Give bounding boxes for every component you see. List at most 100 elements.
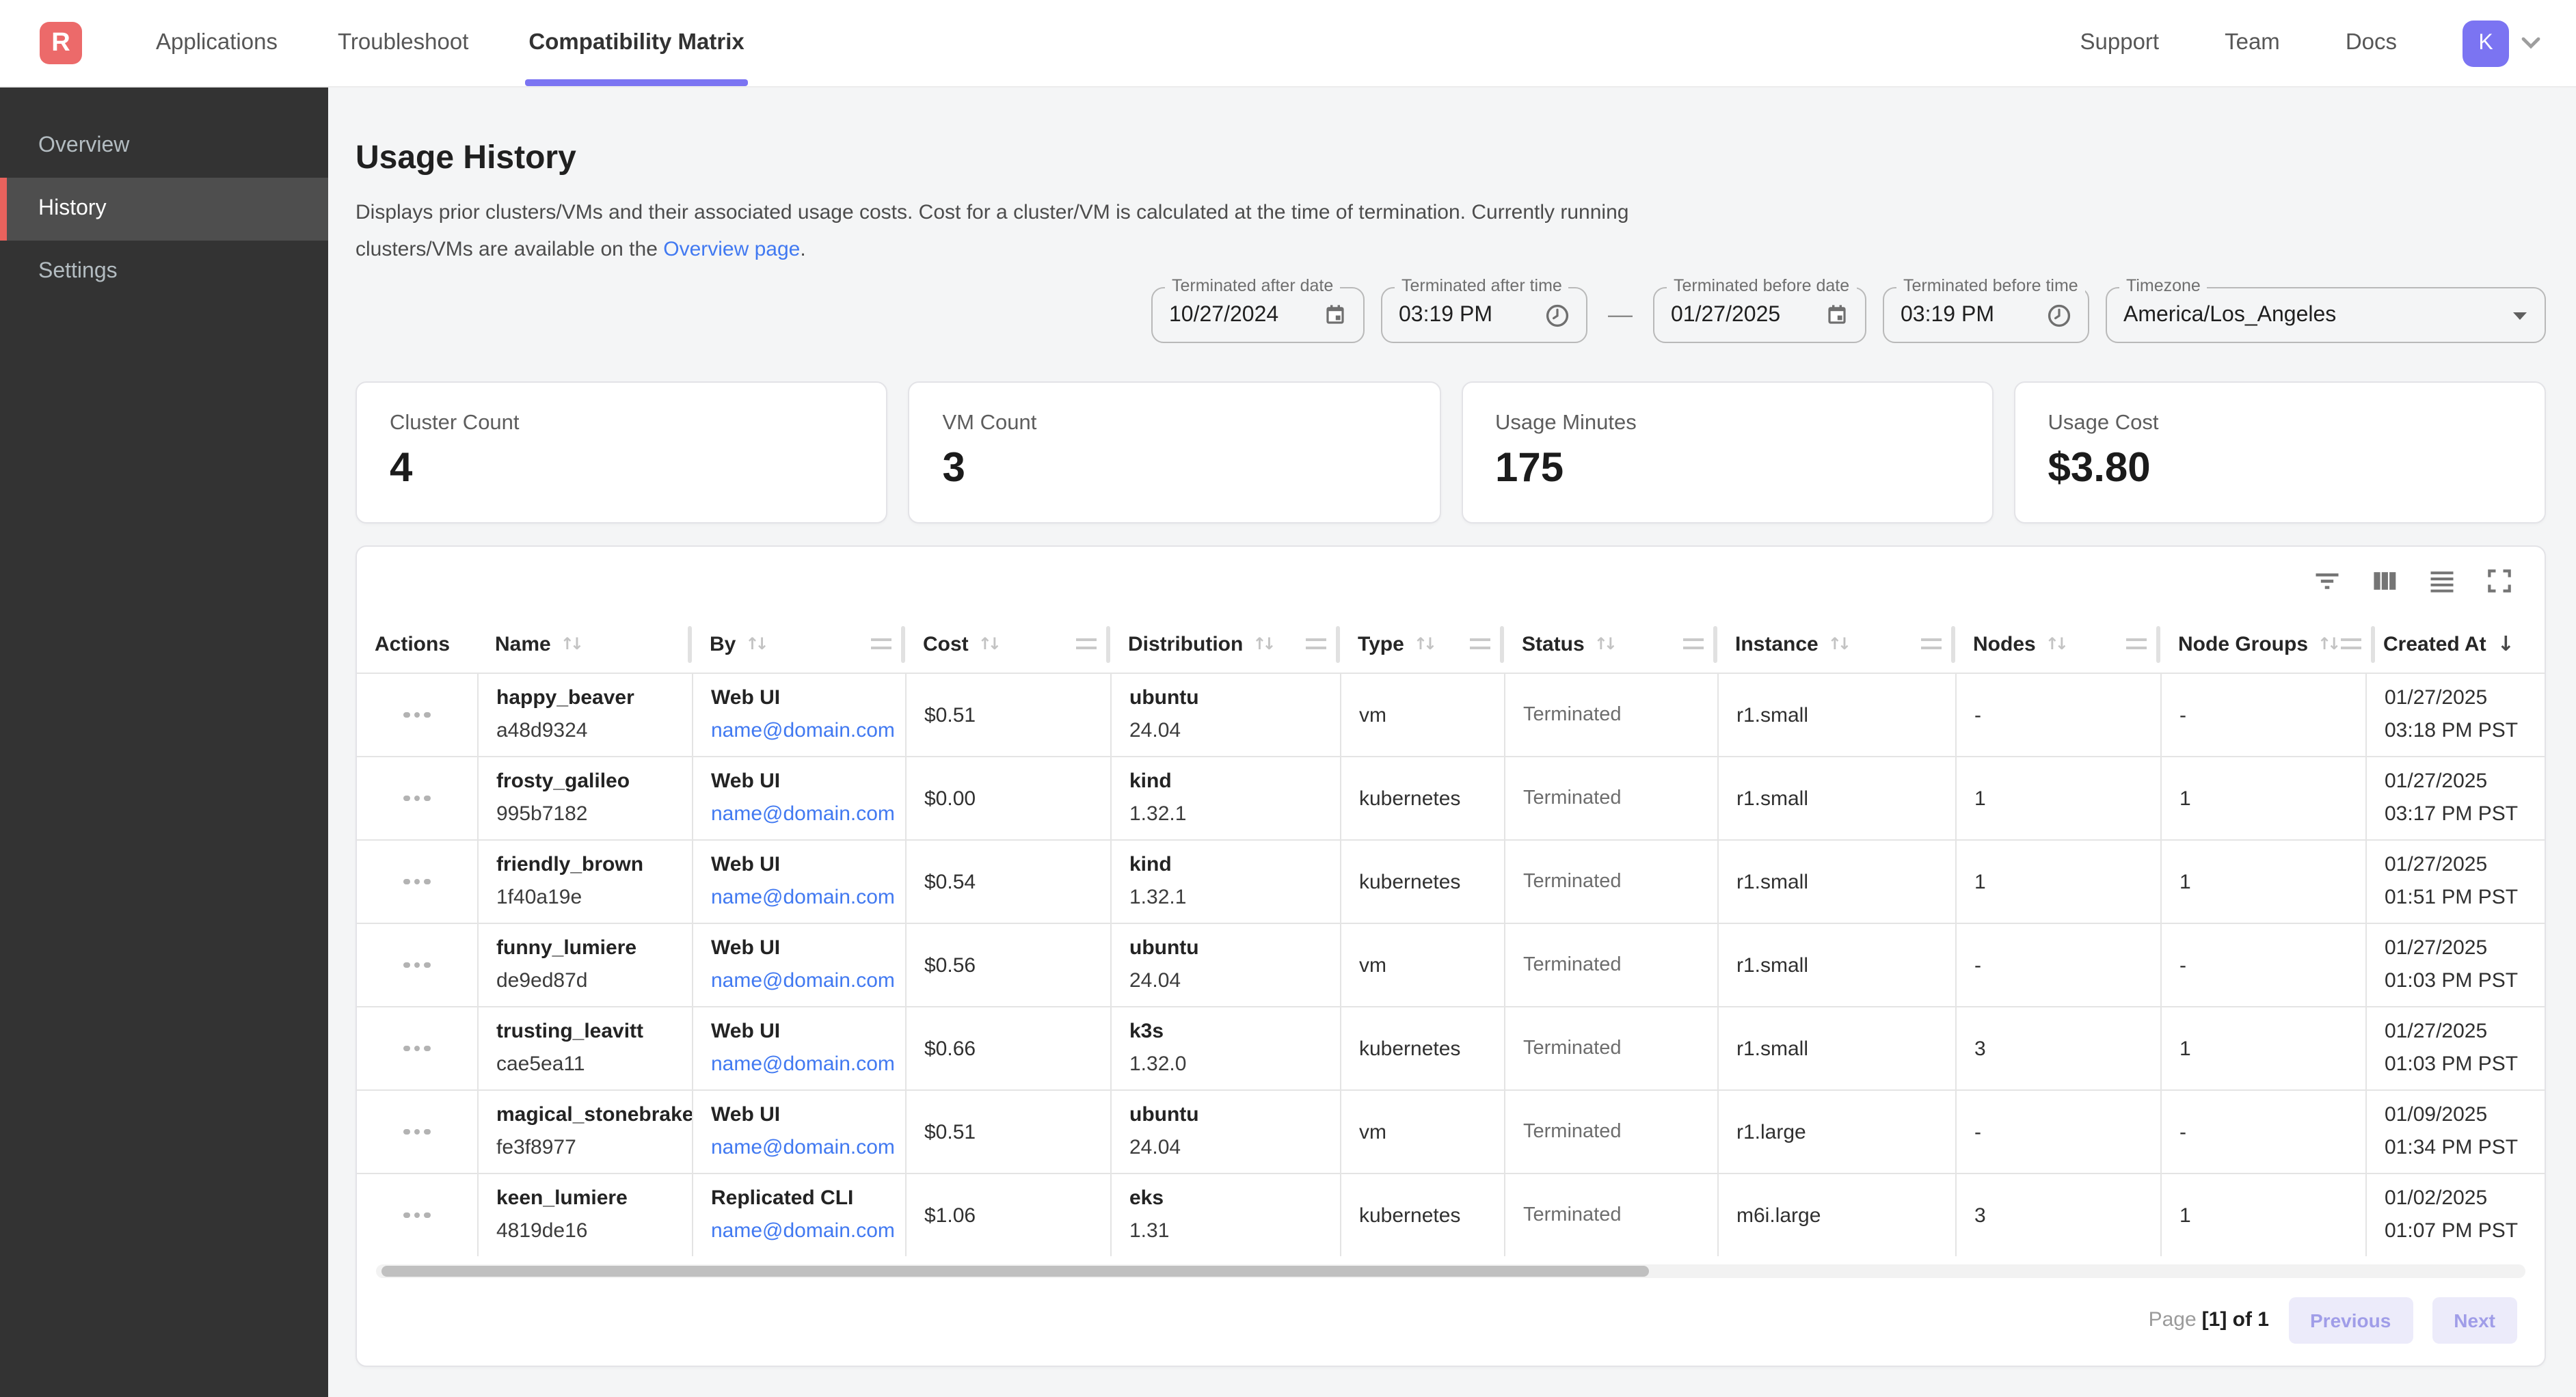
horizontal-scrollbar[interactable] (376, 1264, 2525, 1278)
created-time: 01:03 PM PST (2385, 1048, 2547, 1081)
clock-icon[interactable] (1526, 303, 1570, 327)
col-header-name[interactable]: Name ↑↓ (477, 615, 692, 673)
created-date: 01/27/2025 (2385, 682, 2547, 715)
col-header-node-groups[interactable]: Node Groups ↑↓ (2160, 615, 2365, 673)
instance-value: r1.large (1736, 1120, 1955, 1143)
col-header-by[interactable]: By ↑↓ (692, 615, 905, 673)
status-badge: Terminated (1523, 1121, 1717, 1143)
node-groups-value: - (2179, 953, 2365, 977)
clock-icon[interactable] (2028, 303, 2071, 327)
terminated-before-time-field[interactable]: Terminated before time 03:19 PM (1883, 287, 2089, 343)
sort-icon[interactable]: ↑↓ (1252, 634, 1276, 653)
row-actions-button[interactable] (396, 1204, 439, 1227)
column-menu-handle[interactable] (1076, 638, 1097, 649)
created-by-email-link[interactable]: name@domain.com (711, 798, 905, 831)
table-row: magical_stonebrakerfe3f8977 Web UIname@d… (357, 1089, 2545, 1173)
sort-icon[interactable]: ↑↓ (1828, 634, 1851, 653)
columns-icon[interactable] (2370, 566, 2400, 596)
top-nav-bar: R Applications Troubleshoot Compatibilit… (0, 0, 2576, 87)
terminated-before-date-field[interactable]: Terminated before date 01/27/2025 (1653, 287, 1866, 343)
sort-desc-icon[interactable]: ↓ (2497, 632, 2514, 656)
sidebar-item-overview[interactable]: Overview (0, 115, 328, 178)
row-actions-button[interactable] (396, 954, 439, 977)
nodes-value: 1 (1974, 870, 2160, 893)
row-actions-button[interactable] (396, 1121, 439, 1143)
row-actions-button[interactable] (396, 1037, 439, 1060)
overview-page-link[interactable]: Overview page (663, 238, 800, 261)
col-header-cost[interactable]: Cost ↑↓ (905, 615, 1110, 673)
created-time: 01:51 PM PST (2385, 882, 2547, 914)
sort-icon[interactable]: ↑↓ (1414, 634, 1437, 653)
status-badge: Terminated (1523, 1037, 1717, 1059)
column-menu-handle[interactable] (2341, 638, 2361, 649)
col-header-nodes[interactable]: Nodes ↑↓ (1955, 615, 2160, 673)
column-menu-handle[interactable] (1921, 638, 1942, 649)
status-badge: Terminated (1523, 787, 1717, 809)
created-by-email-link[interactable]: name@domain.com (711, 1215, 905, 1248)
created-by-source: Web UI (711, 682, 905, 715)
cost-value: $1.06 (924, 1204, 1110, 1227)
created-date: 01/27/2025 (2385, 932, 2547, 965)
cluster-id: 1f40a19e (496, 882, 692, 914)
account-menu[interactable]: K (2463, 20, 2540, 66)
sort-icon[interactable]: ↑↓ (561, 634, 584, 653)
column-menu-handle[interactable] (871, 638, 891, 649)
chevron-down-icon (2521, 37, 2540, 49)
cluster-name: keen_lumiere (496, 1182, 692, 1215)
fullscreen-icon[interactable] (2484, 566, 2514, 596)
filter-icon[interactable] (2312, 566, 2342, 596)
replicated-logo[interactable]: R (40, 22, 82, 64)
sort-icon[interactable]: ↑↓ (1594, 634, 1618, 653)
sort-icon[interactable]: ↑↓ (745, 634, 768, 653)
column-menu-handle[interactable] (2126, 638, 2147, 649)
column-menu-handle[interactable] (1683, 638, 1704, 649)
node-groups-value: 1 (2179, 1204, 2365, 1227)
tab-troubleshoot[interactable]: Troubleshoot (338, 0, 468, 86)
col-header-created-at[interactable]: Created At ↓ (2365, 615, 2547, 673)
row-actions-button[interactable] (396, 871, 439, 893)
scrollbar-thumb[interactable] (381, 1266, 1650, 1277)
col-header-status[interactable]: Status ↑↓ (1504, 615, 1717, 673)
top-tabs: Applications Troubleshoot Compatibility … (156, 0, 744, 86)
top-nav-right: Support Team Docs K (2080, 20, 2541, 66)
terminated-after-time-field[interactable]: Terminated after time 03:19 PM (1381, 287, 1587, 343)
timezone-select[interactable]: Timezone America/Los_Angeles (2106, 287, 2546, 343)
column-menu-handle[interactable] (1306, 638, 1326, 649)
link-team[interactable]: Team (2225, 30, 2280, 56)
link-support[interactable]: Support (2080, 30, 2160, 56)
created-by-email-link[interactable]: name@domain.com (711, 715, 905, 748)
calendar-icon[interactable] (1304, 303, 1347, 327)
col-header-distribution[interactable]: Distribution ↑↓ (1110, 615, 1340, 673)
row-actions-button[interactable] (396, 704, 439, 727)
dropdown-arrow-icon (2493, 310, 2528, 321)
tab-applications[interactable]: Applications (156, 0, 278, 86)
col-header-type[interactable]: Type ↑↓ (1340, 615, 1504, 673)
row-actions-button[interactable] (396, 787, 439, 810)
terminated-after-date-field[interactable]: Terminated after date 10/27/2024 (1151, 287, 1365, 343)
app-root: R Applications Troubleshoot Compatibilit… (0, 0, 2576, 1397)
type-value: kubernetes (1359, 1204, 1504, 1227)
type-value: kubernetes (1359, 787, 1504, 810)
sidebar-item-settings[interactable]: Settings (0, 241, 328, 303)
created-by-email-link[interactable]: name@domain.com (711, 882, 905, 914)
sort-icon[interactable]: ↑↓ (2318, 634, 2341, 653)
cost-value: $0.00 (924, 787, 1110, 810)
col-header-instance[interactable]: Instance ↑↓ (1717, 615, 1955, 673)
previous-page-button[interactable]: Previous (2288, 1297, 2413, 1344)
sort-icon[interactable]: ↑↓ (978, 634, 1002, 653)
next-page-button[interactable]: Next (2432, 1297, 2517, 1344)
table-row: keen_lumiere4819de16 Replicated CLIname@… (357, 1173, 2545, 1256)
created-by-source: Web UI (711, 932, 905, 965)
date-range-separator: — (1604, 301, 1637, 329)
link-docs[interactable]: Docs (2346, 30, 2397, 56)
density-icon[interactable] (2427, 566, 2457, 596)
sidebar-item-history[interactable]: History (0, 178, 328, 241)
calendar-icon[interactable] (1806, 303, 1849, 327)
sort-icon[interactable]: ↑↓ (2045, 634, 2069, 653)
tab-compatibility-matrix[interactable]: Compatibility Matrix (528, 0, 744, 86)
created-by-email-link[interactable]: name@domain.com (711, 1132, 905, 1165)
column-menu-handle[interactable] (1470, 638, 1490, 649)
created-date: 01/27/2025 (2385, 765, 2547, 798)
created-by-email-link[interactable]: name@domain.com (711, 965, 905, 998)
created-by-email-link[interactable]: name@domain.com (711, 1048, 905, 1081)
